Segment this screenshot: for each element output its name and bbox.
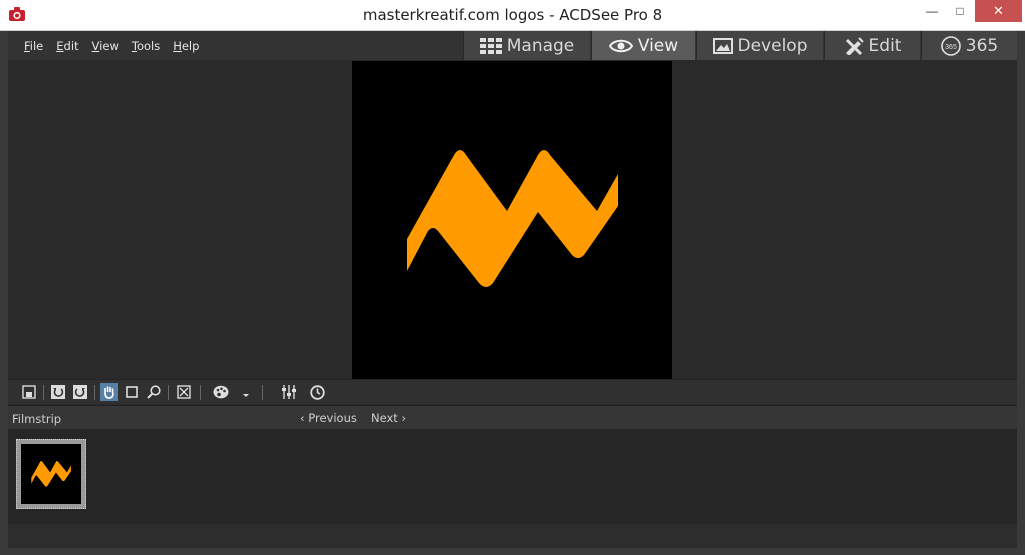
filmstrip-title: Filmstrip bbox=[12, 412, 62, 426]
svg-text:365: 365 bbox=[945, 44, 957, 51]
rotate-right-icon[interactable] bbox=[72, 384, 88, 400]
hand-tool-icon[interactable] bbox=[100, 383, 118, 401]
menu-tools[interactable]: Tools bbox=[132, 39, 160, 53]
grid-icon bbox=[479, 37, 502, 54]
mode-tab-label: View bbox=[637, 35, 679, 56]
chevron-left-icon: ‹ bbox=[300, 411, 305, 425]
main-menu: File Edit View Tools Help bbox=[8, 31, 212, 60]
filmstrip-thumbnail[interactable] bbox=[16, 439, 86, 509]
minimize-button[interactable]: — bbox=[917, 0, 947, 22]
filmstrip-header: Filmstrip ‹ Previous Next › bbox=[8, 405, 1017, 429]
pencil-ruler-icon bbox=[845, 36, 864, 55]
save-image-icon[interactable] bbox=[21, 384, 37, 400]
previous-button[interactable]: ‹ Previous bbox=[300, 411, 357, 425]
menu-view[interactable]: View bbox=[92, 39, 119, 53]
window-border-left bbox=[0, 31, 8, 555]
chevron-right-icon: › bbox=[401, 411, 407, 425]
dropdown-arrow-icon[interactable] bbox=[238, 387, 254, 403]
adjust-sliders-icon[interactable] bbox=[281, 384, 297, 400]
mode-tab-edit[interactable]: Edit bbox=[824, 31, 920, 60]
toolbar-separator bbox=[43, 385, 44, 400]
maximize-button[interactable]: □ bbox=[947, 0, 973, 22]
mode-tab-manage[interactable]: Manage bbox=[463, 31, 590, 60]
image-viewer[interactable] bbox=[8, 60, 1017, 379]
previous-label: Previous bbox=[308, 411, 357, 425]
window-border-bottom bbox=[0, 548, 1025, 555]
toolbar-separator bbox=[94, 385, 95, 400]
color-palette-icon[interactable] bbox=[213, 384, 229, 400]
toolbar-separator bbox=[168, 385, 169, 400]
full-screen-icon[interactable] bbox=[176, 384, 192, 400]
mode-tab-label: 365 bbox=[965, 35, 999, 56]
window-title: masterkreatif.com logos - ACDSee Pro 8 bbox=[362, 6, 663, 24]
eye-icon bbox=[608, 39, 633, 52]
select-tool-icon[interactable] bbox=[124, 384, 140, 400]
title-bar: masterkreatif.com logos - ACDSee Pro 8 —… bbox=[0, 0, 1025, 31]
next-label: Next bbox=[371, 411, 398, 425]
picture-icon bbox=[712, 37, 733, 54]
displayed-image[interactable] bbox=[352, 61, 672, 379]
filmstrip-pane[interactable] bbox=[8, 429, 1017, 524]
toolbar-separator bbox=[262, 385, 263, 400]
orange-m-logo-thumbnail bbox=[31, 460, 71, 487]
mode-tab-label: Edit bbox=[868, 35, 902, 56]
menu-help[interactable]: Help bbox=[173, 39, 199, 53]
status-bar bbox=[8, 524, 1017, 548]
clock-icon[interactable] bbox=[309, 384, 325, 400]
toolbar-separator bbox=[200, 385, 201, 400]
mode-tab-label: Develop bbox=[737, 35, 808, 56]
next-button[interactable]: Next › bbox=[371, 411, 406, 425]
mode-tab-view[interactable]: View bbox=[591, 31, 695, 60]
cloud-365-icon: 365 bbox=[940, 35, 961, 56]
rotate-left-icon[interactable] bbox=[50, 384, 66, 400]
mode-tab-develop[interactable]: Develop bbox=[696, 31, 823, 60]
orange-m-logo bbox=[407, 150, 618, 287]
mode-tab-365[interactable]: 365 365 bbox=[921, 31, 1017, 60]
menu-bar: File Edit View Tools Help Manage View De… bbox=[8, 31, 1017, 60]
menu-edit[interactable]: Edit bbox=[56, 39, 78, 53]
menu-file[interactable]: File bbox=[24, 39, 43, 53]
mode-tab-label: Manage bbox=[506, 35, 575, 56]
window-border-right bbox=[1017, 31, 1025, 555]
thumbnail-image bbox=[21, 444, 81, 504]
zoom-icon[interactable] bbox=[146, 384, 162, 400]
viewer-toolbar bbox=[8, 379, 1017, 404]
close-button[interactable]: ✕ bbox=[975, 0, 1022, 22]
